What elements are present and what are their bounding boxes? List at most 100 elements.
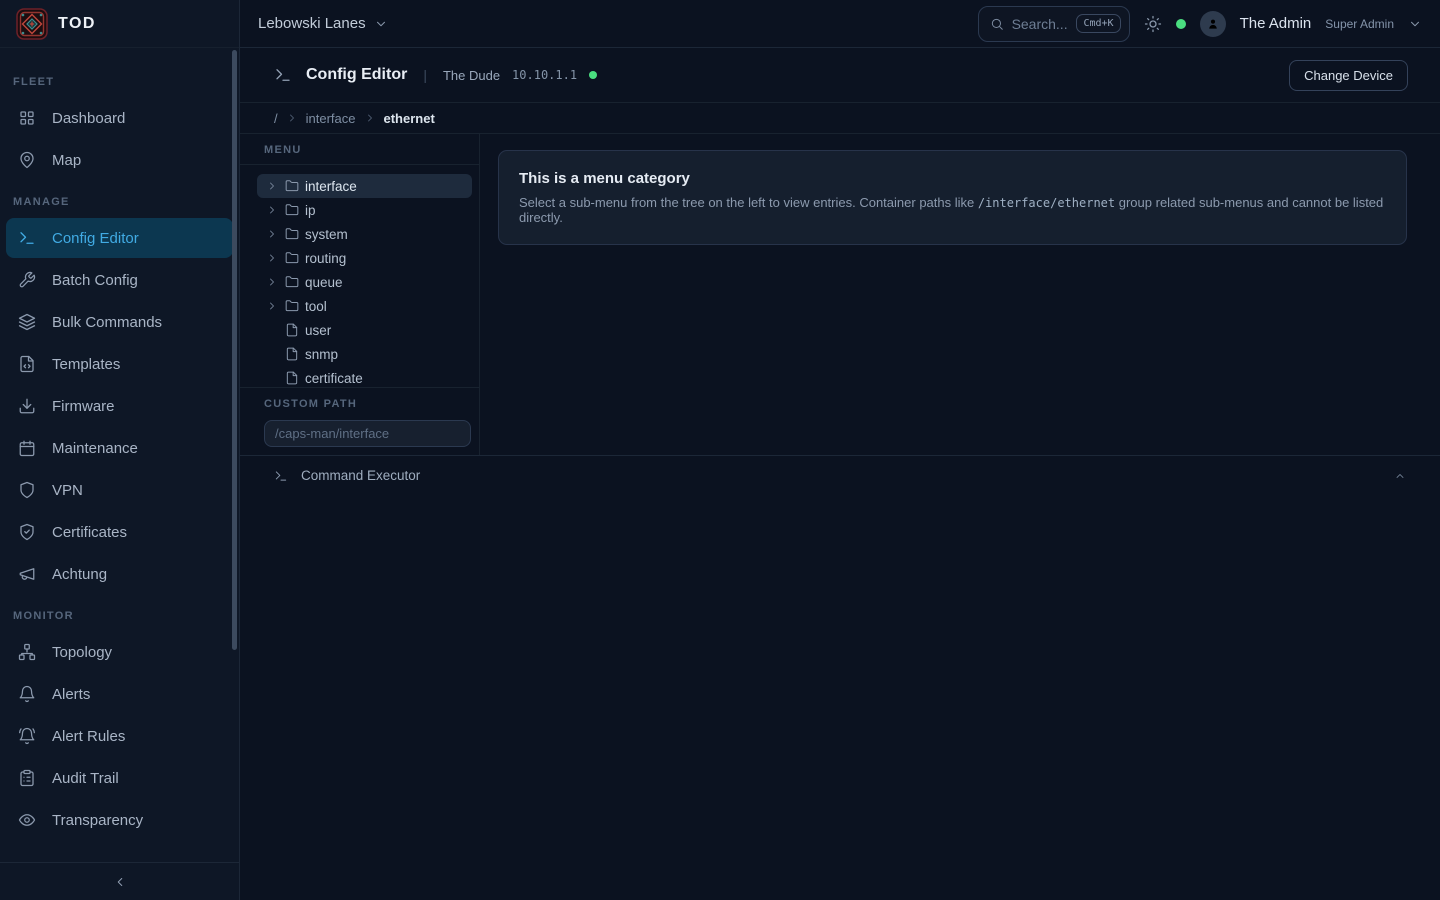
topbar-right: Search... Cmd+K The Admin Super Admin [978,6,1422,42]
org-selector[interactable]: Lebowski Lanes [258,15,388,32]
folder-icon [285,203,299,217]
nav-section-label: MONITOR [0,596,239,630]
chevron-up-icon[interactable] [1394,470,1406,482]
sidebar-item-label: Topology [52,644,112,661]
chevron-right-icon[interactable] [265,252,279,264]
folder-icon [285,275,299,289]
bell-icon [18,685,36,703]
search-icon [990,17,1004,31]
chevron-right-icon[interactable] [265,204,279,216]
menu-tree: interface ipsystem routing queue tool user snm… [240,165,479,387]
sidebar-item-label: Bulk Commands [52,314,162,331]
device-ip: 10.10.1.1 [512,68,577,82]
breadcrumb-item[interactable]: interface [306,111,356,126]
workspace: MENU interface ipsystem routing queue tool us… [240,134,1440,455]
sidebar-item-label: Transparency [52,812,143,829]
map-pin-icon [18,151,36,169]
sidebar-item-dashboard[interactable]: Dashboard [6,98,233,138]
change-device-button[interactable]: Change Device [1289,60,1408,91]
user-icon [1206,17,1220,31]
tree-node-interface[interactable]: interface [257,174,472,198]
tree-node-user[interactable]: user [257,318,472,342]
tree-node-label: routing [305,251,346,266]
tree-node-tool[interactable]: tool [257,294,472,318]
folder-icon [285,251,299,265]
avatar[interactable] [1200,11,1226,37]
device-status-dot [589,71,597,79]
terminal-icon [274,66,292,84]
sidebar-item-label: Certificates [52,524,127,541]
device-name: The Dude [443,68,500,83]
header-divider: | [419,67,431,83]
clipboard-icon [18,769,36,787]
shield-icon [18,481,36,499]
sidebar-nav: FLEETDashboardMapMANAGEConfig EditorBatc… [0,48,239,862]
sidebar-item-label: Alert Rules [52,728,125,745]
sidebar-item-achtung[interactable]: Achtung [6,554,233,594]
sun-icon[interactable] [1144,15,1162,33]
page-header: Config Editor | The Dude 10.10.1.1 Chang… [240,48,1440,103]
breadcrumb-item[interactable]: / [274,111,278,126]
topbar: Lebowski Lanes Search... Cmd+K The Admin… [240,0,1440,48]
tree-node-label: certificate [305,371,363,386]
sidebar-item-label: Batch Config [52,272,138,289]
sidebar-item-templates[interactable]: Templates [6,344,233,384]
sidebar-item-config-editor[interactable]: Config Editor [6,218,233,258]
tree-node-queue[interactable]: queue [257,270,472,294]
tree-node-routing[interactable]: routing [257,246,472,270]
menu-panel-title: MENU [240,134,479,164]
command-executor-bar[interactable]: Command Executor [240,455,1440,495]
custom-path-section: CUSTOM PATH [240,387,479,455]
empty-space [240,495,1440,900]
sidebar-item-label: Achtung [52,566,107,583]
chevron-right-icon [364,112,376,124]
folder-icon [285,227,299,241]
sidebar-item-batch-config[interactable]: Batch Config [6,260,233,300]
global-search[interactable]: Search... Cmd+K [978,6,1130,42]
tree-node-label: snmp [305,347,338,362]
main-column: Lebowski Lanes Search... Cmd+K The Admin… [240,0,1440,900]
sidebar-item-label: VPN [52,482,83,499]
folder-icon [285,179,299,193]
terminal-icon [18,229,36,247]
tree-node-certificate[interactable]: certificate [257,366,472,387]
sidebar-collapse-button[interactable] [0,862,239,900]
shield-check-icon [18,523,36,541]
user-menu-chevron-icon[interactable] [1408,17,1422,31]
menu-category-card: This is a menu category Select a sub-men… [498,150,1407,245]
layers-icon [18,313,36,331]
chevron-right-icon[interactable] [265,180,279,192]
custom-path-input[interactable] [264,420,471,447]
eye-icon [18,811,36,829]
sidebar-item-alert-rules[interactable]: Alert Rules [6,716,233,756]
sidebar-item-label: Firmware [52,398,115,415]
calendar-icon [18,439,36,457]
user-name: The Admin [1240,15,1312,32]
sidebar-item-maintenance[interactable]: Maintenance [6,428,233,468]
sidebar-item-topology[interactable]: Topology [6,632,233,672]
brand-header: TOD [0,0,239,48]
sidebar-item-firmware[interactable]: Firmware [6,386,233,426]
tree-node-label: queue [305,275,343,290]
tree-node-system[interactable]: system [257,222,472,246]
sidebar-item-alerts[interactable]: Alerts [6,674,233,714]
sidebar-item-label: Config Editor [52,230,139,247]
sidebar-item-vpn[interactable]: VPN [6,470,233,510]
sidebar-item-audit-trail[interactable]: Audit Trail [6,758,233,798]
wrench-icon [18,271,36,289]
tree-node-label: tool [305,299,327,314]
sidebar-item-certificates[interactable]: Certificates [6,512,233,552]
chevron-right-icon[interactable] [265,300,279,312]
sidebar-scrollbar[interactable] [232,50,237,650]
sidebar-item-label: Alerts [52,686,90,703]
sidebar-item-bulk-commands[interactable]: Bulk Commands [6,302,233,342]
chevron-right-icon[interactable] [265,228,279,240]
tree-node-label: user [305,323,331,338]
sidebar-item-transparency[interactable]: Transparency [6,800,233,840]
chevron-right-icon[interactable] [265,276,279,288]
tree-node-label: interface [305,179,357,194]
connection-status-dot [1176,19,1186,29]
tree-node-snmp[interactable]: snmp [257,342,472,366]
sidebar-item-map[interactable]: Map [6,140,233,180]
tree-node-ip[interactable]: ip [257,198,472,222]
